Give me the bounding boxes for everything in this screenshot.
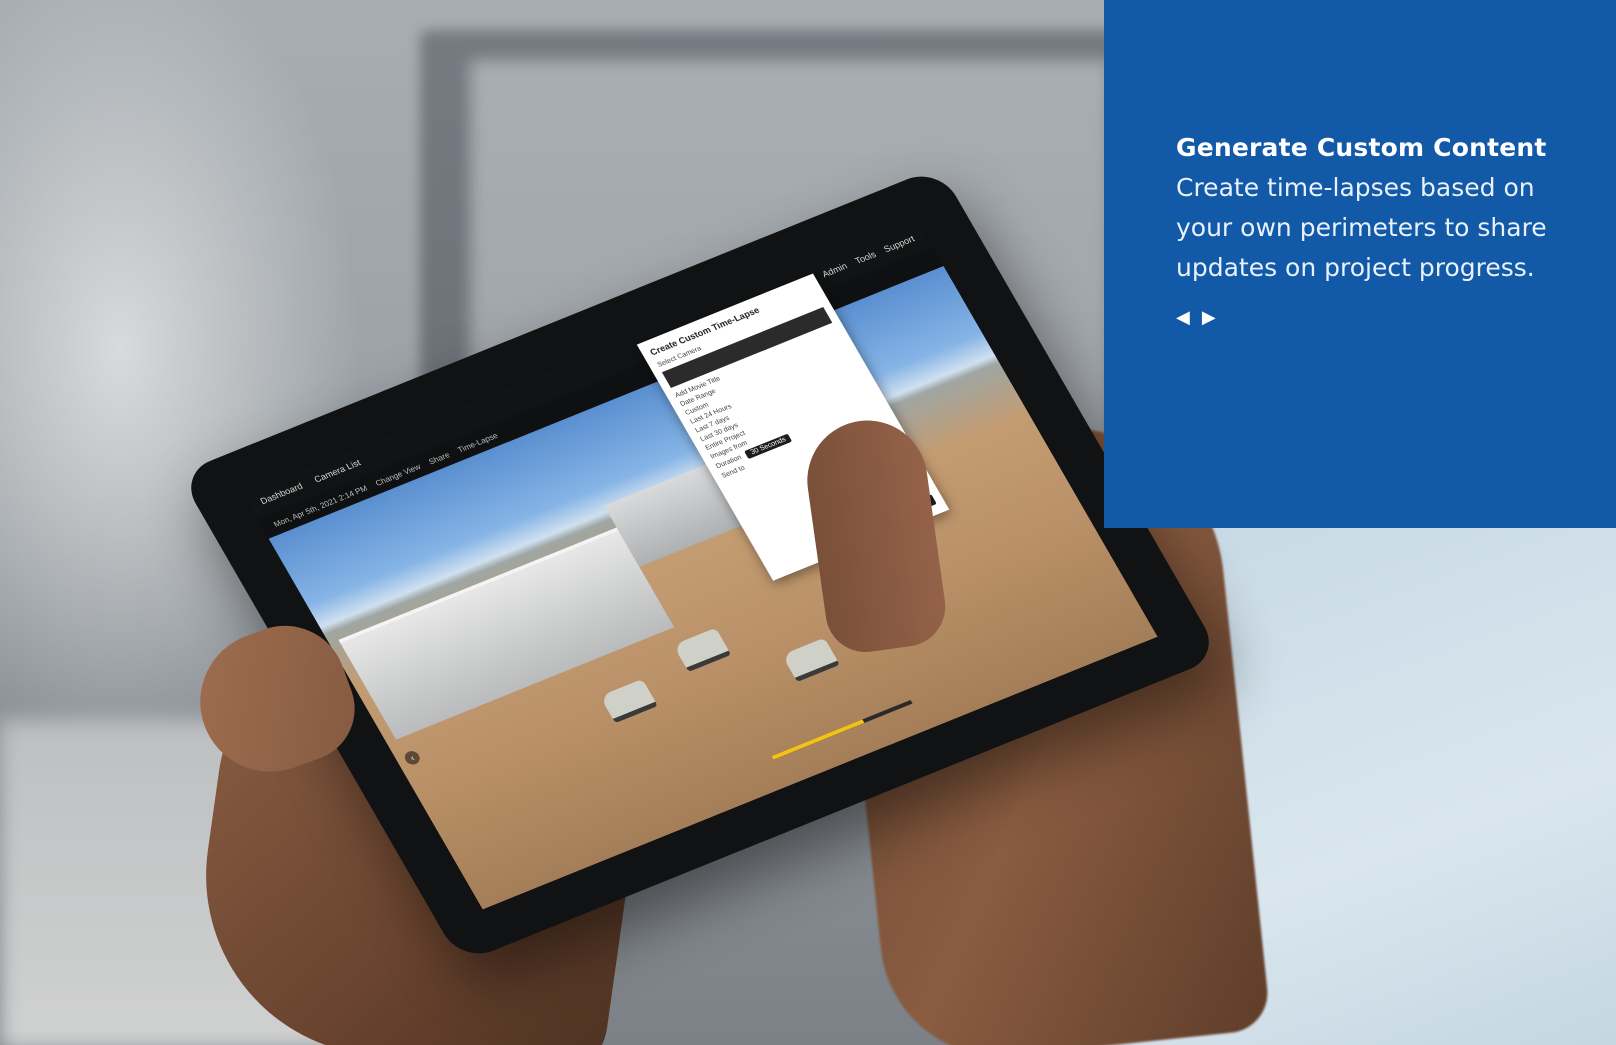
share-button[interactable]: Share [427, 450, 451, 466]
feature-title: Generate Custom Content [1176, 133, 1547, 162]
chevron-left-icon[interactable]: ‹ [402, 749, 423, 767]
nav-support[interactable]: Support [882, 234, 916, 255]
cement-mixer-truck [672, 627, 732, 673]
feature-description: Create time-lapses based on your own per… [1176, 173, 1547, 282]
feature-info-panel: Generate Custom Content Create time-laps… [1104, 0, 1616, 528]
timeline-progress-fill [771, 719, 864, 760]
next-arrow-icon[interactable]: ▶ [1202, 308, 1216, 326]
previous-arrow-icon[interactable]: ◀ [1176, 308, 1190, 326]
nav-tools[interactable]: Tools [853, 249, 878, 266]
timeline-progress-bar[interactable] [771, 699, 913, 760]
carousel-nav: ◀ ▶ [1176, 308, 1556, 326]
cement-mixer-truck [781, 637, 840, 683]
nav-admin[interactable]: Admin [820, 261, 849, 279]
cement-mixer-truck [599, 678, 658, 724]
